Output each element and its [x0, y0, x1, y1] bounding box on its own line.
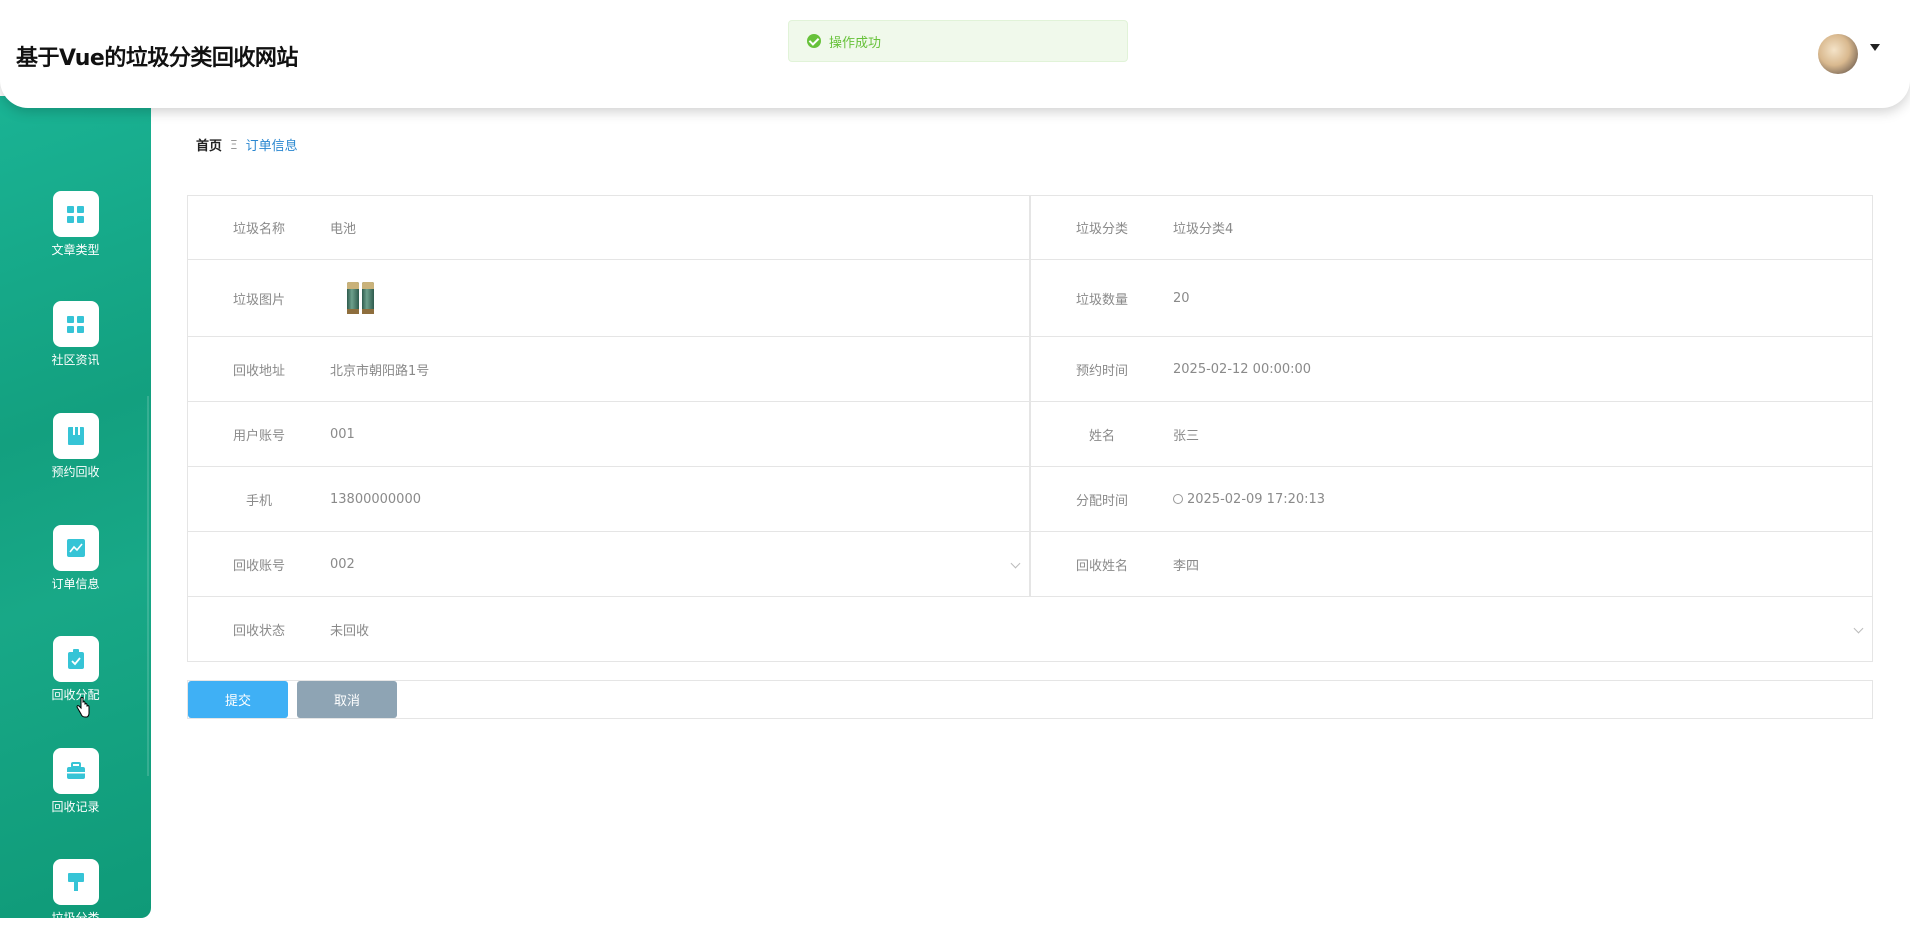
- user-account-value: 001: [330, 426, 355, 442]
- phone-value: 13800000000: [330, 491, 421, 507]
- hand-cursor-icon: [76, 697, 90, 718]
- sidebar-item-orders[interactable]: 订单信息: [0, 525, 151, 592]
- garbage-category-value: 垃圾分类4: [1173, 222, 1234, 237]
- field-label: 手机: [245, 493, 272, 509]
- grid-icon: [52, 191, 99, 237]
- form-row: 回收状态 未回收: [187, 597, 1873, 662]
- order-form: 垃圾名称 电池 垃圾分类 垃圾分类4 垃圾图片 垃圾数量 20 回收地址 北京市…: [187, 195, 1873, 662]
- user-avatar[interactable]: [1818, 34, 1858, 74]
- form-row: 用户账号 001 姓名 张三: [187, 402, 1873, 467]
- field-label: 回收状态: [232, 623, 285, 639]
- chart-icon: [52, 525, 99, 571]
- sidebar-item-recycle-records[interactable]: 回收记录: [0, 748, 151, 815]
- clipboard-check-icon: [52, 636, 99, 682]
- field-recycler-name: 回收姓名 李四: [1030, 532, 1873, 596]
- recycle-status-select[interactable]: 未回收: [330, 620, 369, 639]
- toast-message: 操作成功: [829, 35, 882, 51]
- form-row: 垃圾名称 电池 垃圾分类 垃圾分类4: [187, 195, 1873, 260]
- caret-down-icon[interactable]: [1870, 44, 1880, 51]
- field-label: 姓名: [1088, 428, 1115, 444]
- site-title: 基于Vue的垃圾分类回收网站: [16, 46, 298, 71]
- garbage-quantity-value: 20: [1173, 290, 1190, 306]
- field-phone: 手机 13800000000: [187, 467, 1030, 531]
- recycle-address-value: 北京市朝阳路1号: [330, 363, 430, 379]
- garbage-name-value: 电池: [330, 222, 357, 237]
- field-label: 垃圾分类: [1075, 222, 1128, 237]
- field-label: 回收姓名: [1075, 558, 1128, 574]
- sidebar-item-label: 文章类型: [51, 243, 100, 257]
- chevron-down-icon[interactable]: [1010, 558, 1021, 569]
- field-garbage-category: 垃圾分类 垃圾分类4: [1030, 196, 1873, 259]
- breadcrumb: 首页 Ξ 订单信息: [196, 135, 298, 155]
- sidebar-item-label: 预约回收: [51, 465, 100, 479]
- form-row: 手机 13800000000 分配时间 2025-02-09 17:20:13: [187, 467, 1873, 532]
- field-recycler-account[interactable]: 回收账号 002: [187, 532, 1030, 596]
- field-recycle-status[interactable]: 回收状态 未回收: [187, 597, 1873, 661]
- sidebar-item-label: 订单信息: [51, 577, 100, 591]
- breadcrumb-separator: Ξ: [230, 137, 238, 152]
- field-label: 回收地址: [232, 363, 285, 379]
- field-name: 姓名 张三: [1030, 402, 1873, 466]
- sidebar-item-recycle-assign[interactable]: 回收分配: [0, 636, 151, 703]
- clock-icon: [1173, 493, 1183, 504]
- breadcrumb-home[interactable]: 首页: [196, 135, 222, 154]
- breadcrumb-current: 订单信息: [245, 139, 298, 154]
- field-label: 回收账号: [232, 558, 285, 574]
- field-label: 垃圾数量: [1075, 292, 1128, 308]
- brush-icon: [52, 859, 99, 905]
- sidebar-item-garbage-category[interactable]: 垃圾分类: [0, 859, 151, 926]
- success-check-icon: [807, 34, 821, 48]
- field-label: 用户账号: [232, 428, 285, 444]
- field-recycle-address: 回收地址 北京市朝阳路1号: [187, 337, 1030, 401]
- field-garbage-quantity: 垃圾数量 20: [1030, 260, 1873, 336]
- sidebar-item-label: 社区资讯: [51, 353, 100, 367]
- book-icon: [52, 413, 99, 459]
- field-garbage-image: 垃圾图片: [187, 260, 1030, 336]
- sidebar-item-appointment[interactable]: 预约回收: [0, 413, 151, 480]
- sidebar-item-label: 回收记录: [51, 800, 100, 814]
- success-toast: 操作成功: [788, 20, 1128, 62]
- field-user-account: 用户账号 001: [187, 402, 1030, 466]
- sidebar: 文章类型 社区资讯 预约回收 订单信息 回收分配 回收记录 垃圾分类: [0, 96, 151, 925]
- field-garbage-name: 垃圾名称 电池: [187, 196, 1030, 259]
- chevron-down-icon[interactable]: [1853, 623, 1864, 634]
- name-value: 张三: [1173, 428, 1200, 444]
- form-row: 回收账号 002 回收姓名 李四: [187, 532, 1873, 597]
- sidebar-item-community-news[interactable]: 社区资讯: [0, 301, 151, 368]
- garbage-image[interactable]: [330, 275, 390, 321]
- recycler-name-value: 李四: [1173, 558, 1200, 574]
- field-label: 垃圾图片: [232, 292, 285, 308]
- field-label: 垃圾名称: [232, 222, 285, 237]
- recycler-account-select[interactable]: 002: [330, 557, 355, 572]
- field-label: 预约时间: [1075, 363, 1128, 379]
- cancel-button[interactable]: 取消: [297, 681, 397, 718]
- field-appointment-time: 预约时间 2025-02-12 00:00:00: [1030, 337, 1873, 401]
- field-label: 分配时间: [1075, 493, 1128, 509]
- grid-icon: [52, 301, 99, 347]
- sidebar-item-article-type[interactable]: 文章类型: [0, 191, 151, 258]
- briefcase-icon: [52, 748, 99, 794]
- field-assign-time[interactable]: 分配时间 2025-02-09 17:20:13: [1030, 467, 1873, 531]
- appointment-time-value: 2025-02-12 00:00:00: [1173, 361, 1312, 377]
- assign-time-value[interactable]: 2025-02-09 17:20:13: [1173, 492, 1325, 507]
- assign-time-text: 2025-02-09 17:20:13: [1187, 491, 1326, 507]
- form-row: 回收地址 北京市朝阳路1号 预约时间 2025-02-12 00:00:00: [187, 337, 1873, 402]
- form-row: 垃圾图片 垃圾数量 20: [187, 260, 1873, 337]
- submit-button[interactable]: 提交: [188, 681, 288, 718]
- form-actions: 提交 取消: [187, 680, 1873, 719]
